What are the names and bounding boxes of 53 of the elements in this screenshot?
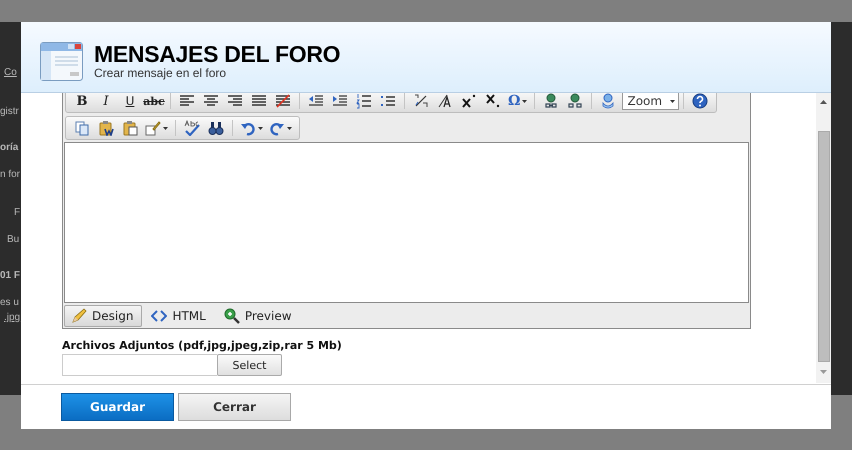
- image-icon: [600, 93, 616, 109]
- scrollbar[interactable]: [816, 93, 831, 383]
- dialog-subtitle: Crear mensaje en el foro: [94, 67, 228, 80]
- background-text: F: [14, 206, 20, 219]
- file-input-field[interactable]: [62, 354, 217, 376]
- dialog-title: MENSAJES DEL FORO: [94, 41, 340, 67]
- editor-mode-tab[interactable]: Preview: [216, 304, 301, 326]
- editor-mode-tab[interactable]: Design: [64, 304, 142, 326]
- code-icon: [151, 308, 168, 324]
- subscript-icon: [485, 93, 501, 109]
- scroll-up-icon[interactable]: [820, 100, 827, 104]
- caret-icon: [258, 126, 263, 130]
- select-button[interactable]: Select: [217, 354, 282, 376]
- binoculars-icon: [208, 120, 224, 136]
- background-text: 01 F: [0, 269, 20, 282]
- strikethrough-button[interactable]: abc: [142, 91, 166, 111]
- redo-icon: [269, 120, 285, 136]
- bold-button[interactable]: B: [70, 91, 94, 111]
- close-button[interactable]: Cerrar: [178, 393, 291, 421]
- caret-icon: [287, 126, 292, 130]
- zoom-in-icon: [224, 308, 240, 324]
- scroll-down-icon[interactable]: [820, 370, 827, 374]
- underline-button[interactable]: U: [118, 91, 142, 111]
- caret-icon: [163, 126, 168, 130]
- background-text: Bu: [7, 233, 20, 246]
- window-icon: [40, 42, 83, 81]
- save-button[interactable]: Guardar: [61, 393, 174, 421]
- special-character-button[interactable]: Ω: [505, 91, 530, 111]
- attachments-label: Archivos Adjuntos (pdf,jpg,jpeg,zip,rar 5 Mb): [62, 339, 343, 352]
- scrollbar-thumb[interactable]: [818, 131, 830, 362]
- brush-icon: [145, 120, 161, 136]
- background-text: n for: [0, 168, 20, 181]
- italic-button[interactable]: I: [94, 91, 118, 111]
- copy-icon: [74, 120, 90, 136]
- background-text: es u: [0, 296, 19, 309]
- remove-alignment-icon: [275, 93, 291, 109]
- spellcheck-icon: [184, 120, 200, 136]
- superscript-icon: [461, 93, 477, 109]
- numbered-list-icon: [356, 93, 372, 109]
- bullet-list-icon: [380, 93, 396, 109]
- background-text: gistr: [0, 105, 19, 118]
- help-icon: [692, 93, 708, 109]
- background-text: oría: [0, 141, 18, 154]
- caret-icon: [670, 100, 676, 102]
- link-icon: [543, 93, 560, 109]
- zoom-dropdown[interactable]: Zoom: [622, 92, 680, 110]
- undo-icon: [240, 120, 256, 136]
- editor-mode-tab[interactable]: HTML: [144, 304, 215, 326]
- clipboard-icon: [122, 120, 138, 136]
- clipboard-w-icon: [98, 120, 114, 136]
- caret-icon: [522, 100, 528, 102]
- pencil-icon: [71, 308, 87, 324]
- unlink-icon: [567, 93, 584, 109]
